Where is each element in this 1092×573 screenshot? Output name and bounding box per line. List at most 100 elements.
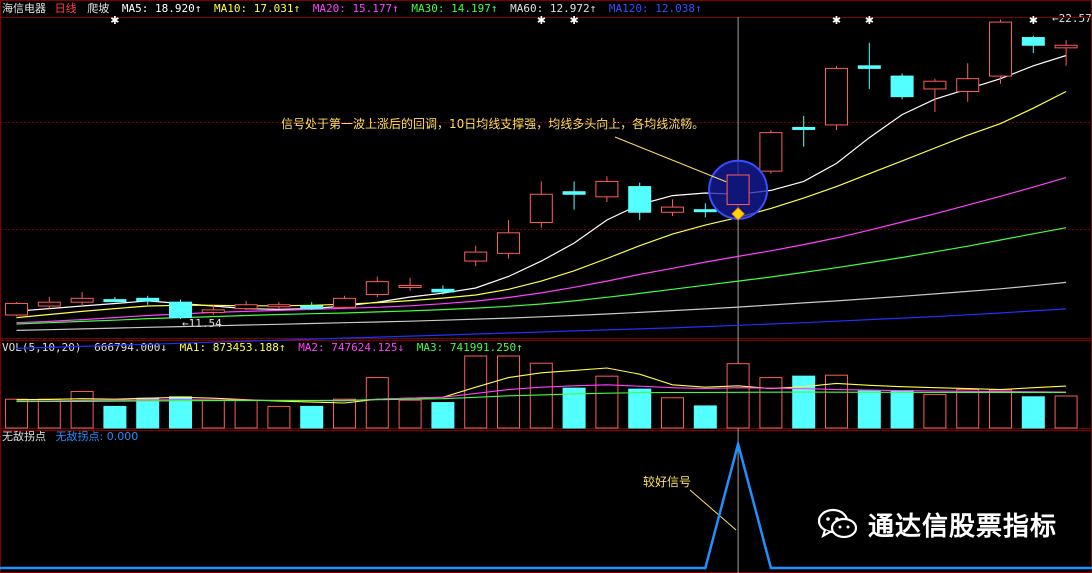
candle-body <box>562 191 586 195</box>
candle-body <box>70 297 94 303</box>
note-pointer-line <box>614 136 727 183</box>
candle-body <box>497 232 520 254</box>
candle-body <box>5 302 28 316</box>
volume-bar <box>661 397 684 429</box>
candle-body <box>759 132 783 172</box>
candle-body <box>300 305 324 310</box>
stock-chart-window: { "header_main": { "stock_name": "海信电器",… <box>0 0 1092 573</box>
volume-bar <box>1021 396 1045 429</box>
signal-line <box>0 439 1092 570</box>
candle-body <box>234 304 258 310</box>
star-marker: ✱ <box>110 14 119 27</box>
volume-bar <box>956 389 980 429</box>
candle <box>398 277 422 291</box>
candle <box>825 65 848 131</box>
candle-body <box>857 65 881 69</box>
volume-bar <box>792 375 816 429</box>
candle-body <box>825 67 848 126</box>
price-chart-svg[interactable]: ✱ ✱ ✱ ✱ ✱ ✱ <box>0 0 1092 573</box>
candle <box>169 299 192 320</box>
candle-body <box>169 301 192 319</box>
candle <box>431 285 455 295</box>
candle <box>136 295 160 305</box>
candle-body <box>628 186 652 213</box>
volume-bar <box>1054 395 1078 429</box>
volume-bar <box>890 390 914 429</box>
candle <box>562 181 586 210</box>
candle-body <box>529 193 553 224</box>
candle <box>890 73 914 100</box>
candle <box>333 295 356 309</box>
star-marker: ✱ <box>865 14 874 27</box>
volume-bar <box>70 391 94 429</box>
volume-bar <box>431 402 455 429</box>
volume-bar <box>365 377 389 429</box>
candle <box>365 276 389 298</box>
candle <box>661 199 684 217</box>
star-marker: ✱ <box>569 14 578 27</box>
candle <box>759 130 783 174</box>
candle-body <box>103 299 127 303</box>
volume-bar <box>923 393 947 429</box>
volume-bar <box>234 400 258 429</box>
candle <box>628 182 652 220</box>
volume-bar <box>398 399 422 429</box>
candle <box>497 219 520 259</box>
candle <box>1021 35 1045 53</box>
candle <box>234 300 258 310</box>
candle-body <box>431 288 455 293</box>
candle <box>857 42 881 89</box>
candle <box>989 19 1012 84</box>
star-marker: ✱ <box>832 14 841 27</box>
candle <box>529 181 553 228</box>
star-marker: ✱ <box>537 14 546 27</box>
volume-bar <box>37 398 61 429</box>
candle-body <box>595 180 619 198</box>
volume-bar <box>103 405 127 429</box>
candle <box>923 78 947 113</box>
volume-bar <box>267 405 291 429</box>
candle <box>1054 40 1078 66</box>
candle-body <box>693 209 717 213</box>
volume-bar <box>693 405 717 429</box>
volume-bar <box>726 363 750 429</box>
candle-body <box>136 297 160 302</box>
candle <box>300 302 324 310</box>
candle-body <box>661 206 684 213</box>
volume-bar <box>497 355 520 429</box>
candle-body <box>1021 37 1045 46</box>
volume-bar <box>759 377 783 429</box>
star-marker: ✱ <box>1029 14 1038 27</box>
candle-body <box>398 284 422 288</box>
candle <box>70 291 94 307</box>
volume-bar <box>300 405 324 429</box>
candle <box>792 115 816 147</box>
candle-body <box>890 75 914 98</box>
candle <box>267 302 291 309</box>
candle-body <box>792 126 816 130</box>
candle <box>464 245 488 267</box>
candle-body <box>333 297 356 308</box>
volume-bar <box>628 388 652 429</box>
candle-body <box>989 21 1012 77</box>
candle-body <box>365 281 389 295</box>
volume-bar <box>136 397 160 429</box>
candle-body <box>956 78 980 93</box>
signal-note-pointer-line <box>689 489 737 531</box>
candle <box>5 302 28 317</box>
volume-bar <box>5 398 28 429</box>
candle <box>956 63 980 102</box>
candle <box>103 297 127 303</box>
candle-body <box>37 301 61 307</box>
volume-bar <box>595 375 619 429</box>
volume-bar <box>201 399 225 429</box>
volume-bar <box>169 396 192 429</box>
candle <box>37 297 61 309</box>
candle <box>595 176 619 202</box>
candle-body <box>464 251 488 262</box>
candle-body <box>201 309 225 313</box>
candle-body <box>267 304 291 308</box>
volume-bar <box>989 389 1012 429</box>
volume-bar <box>857 390 881 429</box>
candle-body <box>923 80 947 90</box>
